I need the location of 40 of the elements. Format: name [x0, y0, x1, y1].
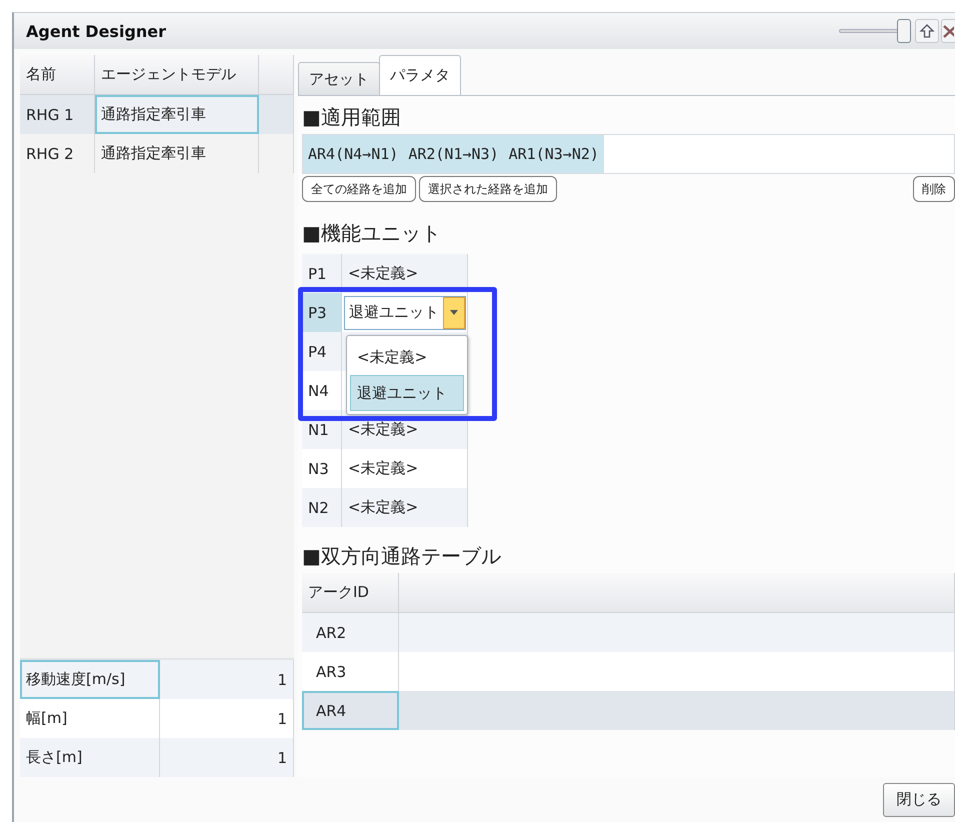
up-arrow-button[interactable] — [915, 19, 939, 43]
unit-cell[interactable]: <未定義> — [342, 488, 468, 527]
delete-button[interactable]: 削除 — [913, 176, 955, 202]
close-button[interactable] — [941, 19, 955, 43]
property-value[interactable]: 1 — [160, 699, 294, 738]
route-item[interactable]: AR2(N1→N3) — [403, 135, 504, 173]
section-heading: ■機能ユニット — [302, 220, 442, 246]
table-cell[interactable]: AR2 — [302, 613, 399, 652]
close-dialog-button[interactable]: 閉じる — [883, 782, 955, 816]
property-value[interactable]: 1 — [160, 738, 294, 777]
route-list[interactable]: AR4(N4→N1) AR2(N1→N3) AR1(N3→N2) — [302, 134, 955, 174]
port-cell: P3 — [302, 293, 342, 332]
route-item[interactable]: AR4(N4→N1) — [303, 135, 404, 173]
dropdown-option[interactable]: 退避ユニット — [350, 375, 464, 411]
table-cell[interactable]: AR4 — [302, 691, 399, 730]
column-header: アークID — [302, 573, 399, 613]
property-value[interactable]: 1 — [160, 660, 294, 699]
table-cell — [259, 95, 294, 134]
zoom-slider[interactable] — [839, 19, 911, 43]
table-cell[interactable]: 通路指定牽引車 — [95, 95, 259, 134]
tab[interactable]: アセット — [298, 62, 380, 95]
port-cell: P4 — [302, 332, 342, 371]
port-cell: N2 — [302, 488, 342, 527]
property-label[interactable]: 幅[m] — [20, 699, 160, 738]
tab[interactable]: パラメタ — [379, 55, 461, 95]
up-arrow-icon — [919, 23, 935, 39]
window-title: Agent Designer — [26, 22, 168, 40]
add-route-button[interactable]: 選択された経路を追加 — [419, 176, 557, 202]
add-route-button[interactable]: 全ての経路を追加 — [302, 176, 416, 202]
unit-combobox[interactable]: 退避ユニット — [344, 296, 466, 330]
property-label[interactable]: 移動速度[m/s] — [20, 660, 160, 699]
table-cell[interactable]: RHG 1 — [20, 95, 95, 134]
property-label[interactable]: 長さ[m] — [20, 738, 160, 777]
section-heading: ■双方向通路テーブル — [302, 542, 502, 570]
column-header: エージェントモデル — [95, 55, 259, 95]
column-header: 名前 — [20, 55, 95, 95]
section-heading: ■適用範囲 — [302, 104, 402, 130]
close-icon — [942, 23, 954, 39]
route-item[interactable]: AR1(N3→N2) — [504, 135, 604, 173]
column-header — [259, 55, 294, 95]
